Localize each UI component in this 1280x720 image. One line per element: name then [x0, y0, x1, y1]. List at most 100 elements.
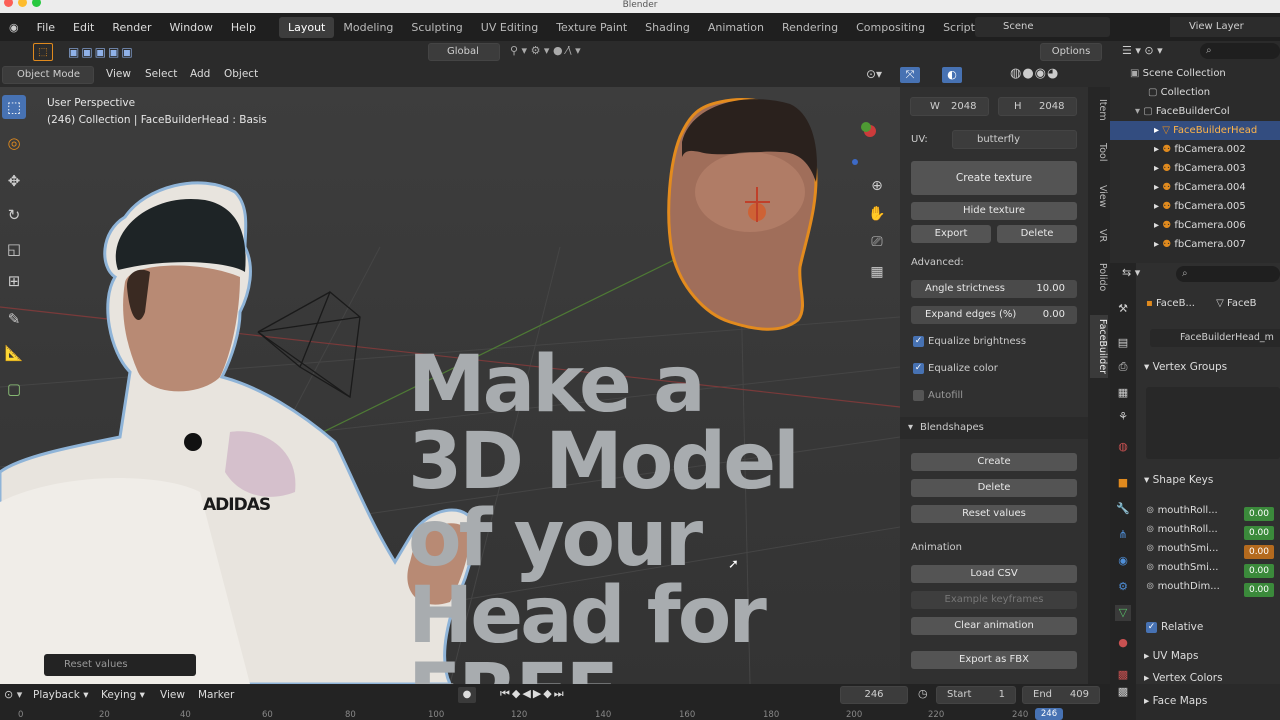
shape-key-row[interactable]: ⊚ mouthRoll... 0.00	[1146, 505, 1280, 523]
tab-modeling[interactable]: Modeling	[334, 17, 402, 38]
clock-icon[interactable]: ◷	[918, 687, 928, 700]
tab-view[interactable]: View	[1090, 181, 1108, 212]
transform-orientation-dropdown[interactable]: Global	[428, 43, 500, 61]
add-cube-icon[interactable]: ▢	[2, 377, 26, 401]
render-properties-icon[interactable]: ▤	[1115, 335, 1131, 351]
texture-properties-icon[interactable]: ▩	[1115, 667, 1131, 683]
scale-icon[interactable]: ◱	[2, 237, 26, 261]
selection-mode-icons[interactable]: ▣▣▣▣▣	[68, 44, 156, 60]
world-properties-icon[interactable]: ◍	[1115, 439, 1131, 455]
equalize-color-checkbox[interactable]: ✓	[913, 363, 924, 374]
modifier-properties-icon[interactable]: 🔧	[1115, 501, 1131, 517]
constraints-icon[interactable]: ⚙	[1115, 579, 1131, 595]
tab-shading[interactable]: Shading	[636, 17, 699, 38]
data-tab-icon[interactable]: ▩	[1115, 684, 1131, 700]
transform-icon[interactable]: ⊞	[2, 269, 26, 293]
menu-window[interactable]: Window	[161, 21, 222, 34]
outliner-search-icon[interactable]: ⌕	[1200, 43, 1280, 59]
vertex-groups-list[interactable]	[1146, 387, 1280, 459]
menu-view[interactable]: View	[106, 68, 131, 80]
frame-ruler[interactable]: 0 20 40 60 80 100 120 140 160 180 200 22…	[0, 708, 1110, 720]
overlay-toggle-icon[interactable]: ◐	[942, 67, 962, 83]
tool-properties-icon[interactable]: ⚒	[1115, 301, 1131, 317]
outliner-editor-icon[interactable]: ☰ ▾ ⊙ ▾	[1122, 44, 1163, 57]
outliner-row[interactable]: ▸ ⚉ fbCamera.002	[1110, 140, 1280, 159]
scene-properties-icon[interactable]: ⚘	[1115, 409, 1131, 425]
tab-animation[interactable]: Animation	[699, 17, 773, 38]
menu-render[interactable]: Render	[103, 21, 160, 34]
tab-item[interactable]: Item	[1090, 95, 1108, 125]
uv-dropdown[interactable]: butterfly	[952, 130, 1077, 149]
3d-viewport[interactable]: User Perspective (246) Collection | Face…	[0, 87, 900, 684]
record-icon[interactable]: ●	[458, 687, 476, 703]
texture-width-field[interactable]: W 2048	[910, 97, 989, 116]
mesh-data-field[interactable]: FaceBuilderHead_m	[1150, 329, 1280, 347]
shape-key-row[interactable]: ⊚ mouthSmi... 0.00	[1146, 562, 1280, 580]
blender-logo-icon[interactable]: ◉	[0, 21, 28, 34]
outliner-row[interactable]: ▾ ▢ FaceBuilderCol	[1110, 102, 1280, 121]
outliner-row[interactable]: ▸ ⚉ fbCamera.007	[1110, 235, 1280, 254]
delete-texture-button[interactable]: Delete	[997, 225, 1077, 243]
scene-selector[interactable]: Scene	[975, 17, 1110, 37]
load-csv-button[interactable]: Load CSV	[911, 565, 1077, 583]
outliner-row[interactable]: ▣ Scene Collection	[1110, 64, 1280, 83]
end-frame-field[interactable]: End 409	[1022, 686, 1100, 704]
start-frame-field[interactable]: Start 1	[936, 686, 1016, 704]
shape-key-row[interactable]: ⊚ mouthSmi... 0.00	[1146, 543, 1280, 561]
cursor-icon[interactable]: ◎	[2, 131, 26, 155]
annotate-icon[interactable]: ✎	[2, 307, 26, 331]
outliner-row[interactable]: ▸ ⚉ fbCamera.005	[1110, 197, 1280, 216]
outliner-row[interactable]: ▢ Collection	[1110, 83, 1280, 102]
move-icon[interactable]: ✥	[2, 169, 26, 193]
clear-animation-button[interactable]: Clear animation	[911, 617, 1077, 635]
example-keyframes-button[interactable]: Example keyframes	[911, 591, 1077, 609]
snapping-icons[interactable]: ⚲ ▾ ⚙ ▾ ● ⁄\ ▾	[510, 44, 630, 60]
select-tool-icon[interactable]: ⬚	[2, 95, 26, 119]
reset-values-button[interactable]: Reset values	[911, 505, 1077, 523]
uv-maps-header[interactable]: ▸ UV Maps	[1144, 650, 1198, 662]
angle-strictness-field[interactable]: Angle strictness 10.00	[911, 280, 1077, 298]
view-layer-selector[interactable]: View Layer	[1170, 17, 1280, 37]
zoom-icon[interactable]: ⊕	[866, 175, 888, 197]
gizmo-toggle-icon[interactable]: ⤧	[900, 67, 920, 83]
particles-icon[interactable]: ⋔	[1115, 527, 1131, 543]
vertex-groups-header[interactable]: ▾ Vertex Groups	[1144, 361, 1227, 373]
export-fbx-button[interactable]: Export as FBX	[911, 651, 1077, 669]
tab-tool[interactable]: Tool	[1090, 139, 1108, 165]
menu-object[interactable]: Object	[224, 68, 258, 80]
tab-rendering[interactable]: Rendering	[773, 17, 847, 38]
blendshapes-create-button[interactable]: Create	[911, 453, 1077, 471]
properties-search-icon[interactable]: ⌕	[1176, 266, 1280, 282]
shape-key-row[interactable]: ⊚ mouthDim... 0.00	[1146, 581, 1280, 599]
shape-key-row[interactable]: ⊚ mouthRoll... 0.00	[1146, 524, 1280, 542]
vertex-colors-header[interactable]: ▸ Vertex Colors	[1144, 672, 1223, 684]
physics-icon[interactable]: ◉	[1115, 553, 1131, 569]
tab-texture-paint[interactable]: Texture Paint	[547, 17, 636, 38]
menu-file[interactable]: File	[28, 21, 64, 34]
grid-icon[interactable]: ▦	[866, 261, 888, 283]
outliner-row-selected[interactable]: ▸ ▽ FaceBuilderHead	[1110, 121, 1280, 140]
material-properties-icon[interactable]: ●	[1115, 635, 1131, 651]
expand-edges-field[interactable]: Expand edges (%) 0.00	[911, 306, 1077, 324]
tab-compositing[interactable]: Compositing	[847, 17, 934, 38]
view-layer-icon[interactable]: ▦	[1115, 385, 1131, 401]
object-mode-dropdown[interactable]: Object Mode	[2, 66, 94, 84]
equalize-brightness-checkbox[interactable]: ✓	[913, 336, 924, 347]
shape-keys-header[interactable]: ▾ Shape Keys	[1144, 474, 1213, 486]
menu-help[interactable]: Help	[222, 21, 265, 34]
face-maps-header[interactable]: ▸ Face Maps	[1144, 695, 1207, 707]
current-frame-field[interactable]: 246	[840, 686, 908, 704]
shading-mode-icons[interactable]: ◍●◉◕	[1010, 66, 1086, 84]
camera-icon[interactable]: ⎚	[866, 231, 888, 253]
rotate-icon[interactable]: ↻	[2, 203, 26, 227]
measure-icon[interactable]: 📐	[2, 341, 26, 365]
viewport-visibility-icon[interactable]: ⊙▾	[866, 67, 900, 83]
blendshapes-delete-button[interactable]: Delete	[911, 479, 1077, 497]
tab-sculpting[interactable]: Sculpting	[402, 17, 471, 38]
tab-polido[interactable]: Polido	[1090, 259, 1108, 295]
last-operator-panel[interactable]: Reset values	[44, 654, 196, 676]
head-3d-model[interactable]	[660, 92, 830, 337]
export-texture-button[interactable]: Export	[911, 225, 991, 243]
outliner-row[interactable]: ▸ ⚉ fbCamera.006	[1110, 216, 1280, 235]
menu-playback[interactable]: Playback ▾	[33, 689, 88, 701]
